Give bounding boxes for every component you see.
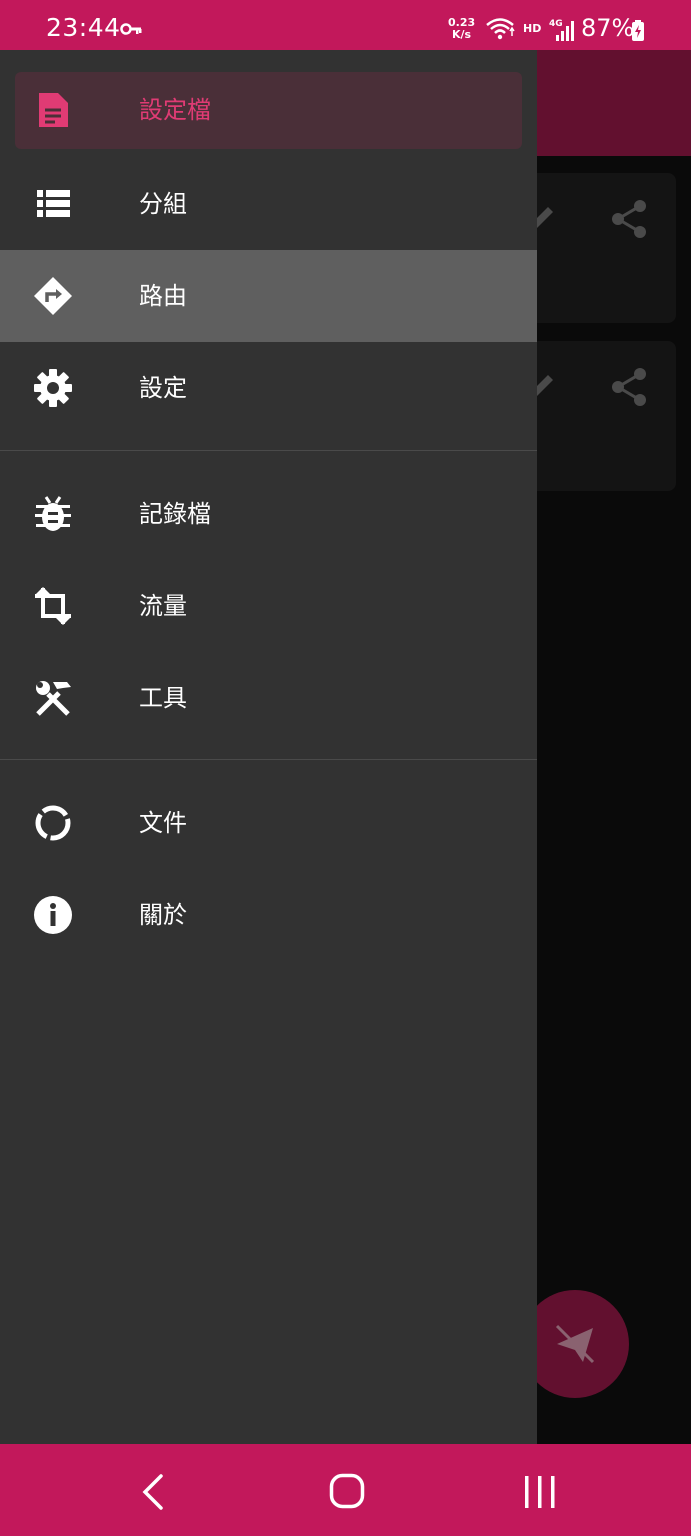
hd-indicator: HD	[523, 22, 542, 35]
network-speed: 0.23 K/s	[448, 17, 475, 41]
wifi-icon	[485, 17, 515, 45]
drawer-divider	[0, 759, 537, 760]
drawer-item-routing[interactable]: 路由	[0, 250, 537, 342]
drawer-item-label: 設定檔	[139, 96, 211, 124]
drawer-item-about[interactable]: 關於	[0, 869, 537, 961]
traffic-crop-icon	[33, 586, 73, 626]
drawer-item-label: 流量	[139, 592, 187, 620]
tools-icon	[33, 678, 73, 718]
network-type: 4G	[549, 19, 563, 29]
cell-signal-icon: 4G	[548, 17, 576, 47]
selected-highlight	[15, 72, 522, 149]
profile-file-icon	[33, 90, 73, 130]
drawer-item-label: 工具	[139, 684, 187, 712]
share-icon[interactable]	[610, 367, 648, 411]
drawer-item-tools[interactable]: 工具	[0, 652, 537, 744]
log-bug-icon	[33, 494, 73, 534]
group-list-icon	[33, 184, 73, 224]
drawer-item-profiles[interactable]: 設定檔	[0, 50, 537, 165]
drawer-item-documentation[interactable]: 文件	[0, 777, 537, 869]
drawer-item-label: 設定	[139, 374, 187, 402]
drawer-item-label: 記錄檔	[139, 500, 211, 528]
drawer-item-label: 分組	[139, 190, 187, 218]
paper-plane-off-icon	[555, 1324, 595, 1364]
drawer-item-groups[interactable]: 分組	[0, 158, 537, 250]
drawer-item-settings[interactable]: 設定	[0, 342, 537, 434]
drawer-divider	[0, 450, 537, 451]
battery-charging-icon	[631, 20, 645, 46]
recent-apps-icon[interactable]	[522, 1474, 558, 1514]
system-navigation-bar	[0, 1444, 691, 1536]
navigation-drawer: 設定檔 分組 路由 設定 記錄檔 流量 工具 文件 關於	[0, 50, 537, 1444]
network-speed-unit: K/s	[452, 28, 472, 41]
drawer-item-label: 關於	[139, 901, 187, 929]
route-icon	[33, 276, 73, 316]
docs-circle-icon	[33, 803, 73, 843]
back-icon[interactable]	[141, 1474, 165, 1514]
drawer-item-logs[interactable]: 記錄檔	[0, 468, 537, 560]
status-bar: 23:44 0.23 K/s HD 4G 87%	[0, 0, 691, 50]
drawer-item-traffic[interactable]: 流量	[0, 560, 537, 652]
share-icon[interactable]	[610, 199, 648, 243]
home-icon[interactable]	[329, 1473, 365, 1513]
drawer-item-label: 文件	[139, 809, 187, 837]
battery-percent: 87%	[581, 14, 635, 42]
about-info-icon	[33, 895, 73, 935]
vpn-key-icon	[120, 20, 142, 39]
drawer-item-label: 路由	[139, 282, 187, 310]
connect-fab-button[interactable]	[521, 1290, 629, 1398]
clock: 23:44	[46, 13, 121, 42]
settings-gear-icon	[33, 368, 73, 408]
